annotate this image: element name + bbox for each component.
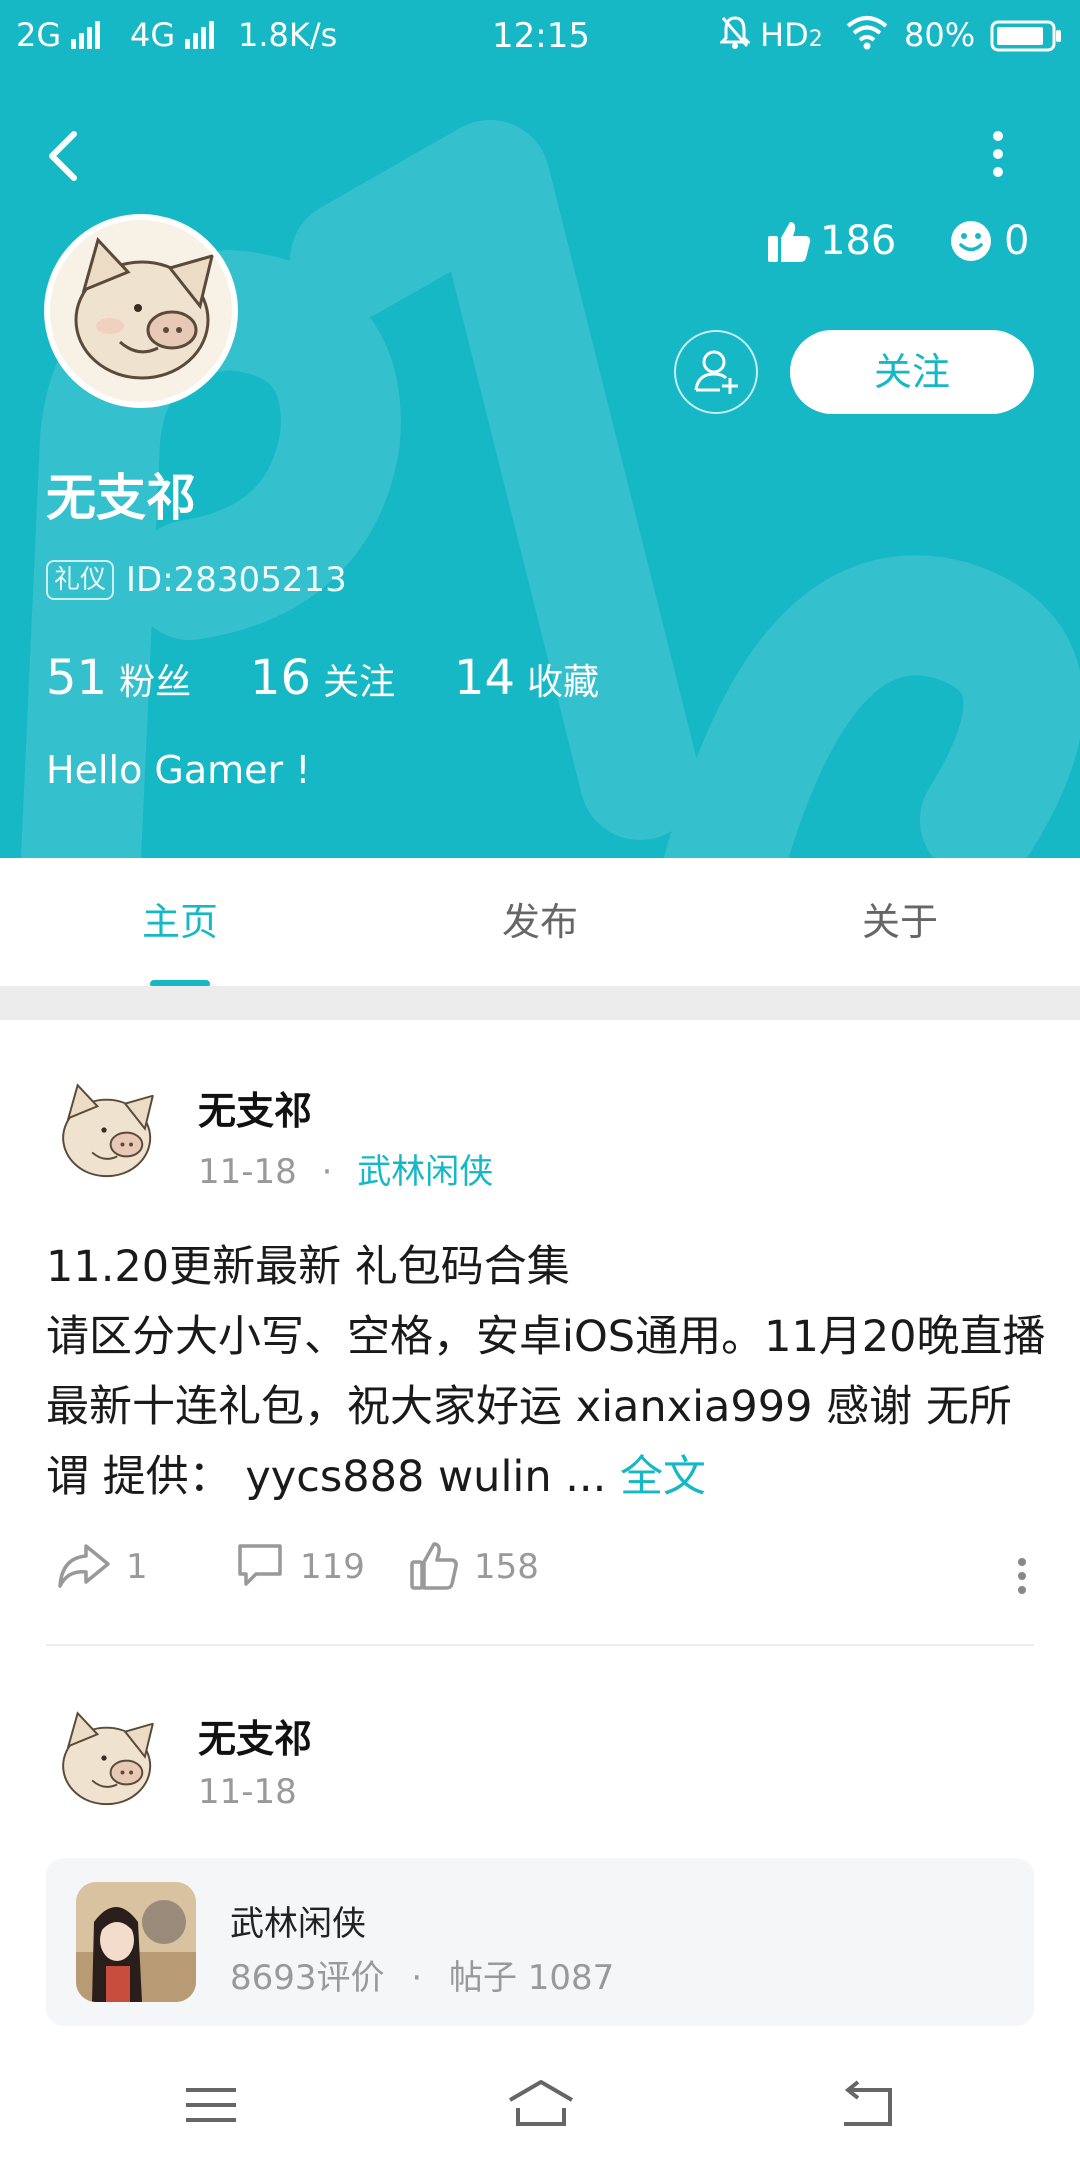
- favorites-stat[interactable]: 14 收藏: [454, 650, 599, 706]
- hd-indicator: HD2: [760, 16, 823, 54]
- like-button[interactable]: 158: [408, 1540, 539, 1592]
- profile-likes: 186: [766, 218, 896, 264]
- favorites-count: 14: [454, 650, 516, 706]
- following-count: 16: [250, 650, 312, 706]
- post-avatar[interactable]: [46, 1700, 166, 1820]
- share-button[interactable]: 1: [56, 1540, 148, 1592]
- post-date: 11-18: [198, 1772, 297, 1812]
- follow-button[interactable]: 关注: [790, 330, 1034, 414]
- post-avatar[interactable]: [46, 1072, 166, 1192]
- pig-avatar-icon: [46, 1700, 166, 1820]
- game-posts: 帖子 1087: [448, 1958, 615, 1998]
- following-stat[interactable]: 16 关注: [250, 650, 395, 706]
- system-nav-bar: [0, 2052, 1080, 2160]
- pig-avatar-icon: [46, 1072, 166, 1192]
- home-icon: [508, 2080, 574, 2126]
- back-button[interactable]: [40, 120, 96, 192]
- post-game-tag[interactable]: 武林闲侠: [357, 1152, 493, 1192]
- more-options-button[interactable]: [978, 124, 1018, 184]
- comment-icon: [238, 1544, 282, 1586]
- battery-percent: 80%: [904, 16, 976, 54]
- network-2g: 2G: [16, 16, 103, 57]
- fans-stat[interactable]: 51 粉丝: [46, 650, 191, 706]
- profile-header: 2G 4G 1.8K/s 12:15 HD2 80% 186 0 关注 无支祁 …: [0, 0, 1080, 858]
- clock: 12:15: [492, 16, 590, 56]
- read-more-link[interactable]: 全文: [620, 1452, 706, 1502]
- game-card[interactable]: 武林闲侠 8693评价 · 帖子 1087: [46, 1858, 1034, 2026]
- favorites-label: 收藏: [527, 662, 600, 703]
- smiley-icon: [951, 221, 991, 261]
- add-friend-button[interactable]: [674, 330, 758, 414]
- meta-separator: ·: [411, 1958, 423, 1998]
- thumbs-up-icon: [768, 222, 811, 262]
- profile-name: 无支祁: [46, 469, 196, 527]
- menu-icon: [186, 2088, 236, 2122]
- network-4g: 4G: [130, 16, 217, 57]
- post-body[interactable]: 11.20更新最新 礼包码合集 请区分大小写、空格，安卓iOS通用。11月20晚…: [46, 1232, 1046, 1512]
- post-divider: [46, 1644, 1034, 1646]
- game-name: 武林闲侠: [230, 1904, 366, 1944]
- post-more-button[interactable]: [1010, 1556, 1034, 1596]
- add-friend-icon: [694, 350, 738, 394]
- fans-label: 粉丝: [119, 662, 192, 703]
- tab-bar: 主页 发布 关于: [0, 858, 1080, 986]
- profile-smiles: 0: [950, 218, 1029, 264]
- fans-count: 51: [46, 650, 108, 706]
- post-author[interactable]: 无支祁: [198, 1708, 312, 1763]
- section-divider: [0, 986, 1080, 1020]
- post-author[interactable]: 无支祁: [198, 1080, 312, 1135]
- back-arrow-icon: [49, 131, 77, 181]
- comment-count: 119: [300, 1547, 365, 1587]
- tab-about[interactable]: 关于: [720, 858, 1080, 986]
- post-date: 11-18: [198, 1152, 297, 1192]
- game-icon: [76, 1882, 196, 2002]
- following-label: 关注: [323, 662, 396, 703]
- profile-avatar[interactable]: [44, 214, 238, 408]
- more-vertical-icon: [1018, 1558, 1026, 1594]
- pig-avatar-icon: [50, 220, 232, 402]
- status-bar: 2G 4G 1.8K/s 12:15 HD2 80%: [0, 0, 1080, 78]
- meta-separator: ·: [321, 1152, 333, 1192]
- share-icon: [58, 1544, 110, 1588]
- user-id: ID:28305213: [126, 560, 347, 600]
- return-icon: [844, 2080, 892, 2126]
- like-count: 158: [474, 1547, 539, 1587]
- more-vertical-icon: [993, 131, 1003, 177]
- mute-icon: [718, 14, 752, 58]
- post-meta: 11-18 · 武林闲侠: [198, 1144, 493, 1193]
- wifi-icon: [846, 14, 888, 58]
- game-reviews: 8693评价: [230, 1958, 385, 1998]
- comment-button[interactable]: 119: [234, 1540, 365, 1592]
- battery-icon: [990, 20, 1062, 60]
- game-stats: 8693评价 · 帖子 1087: [230, 1950, 614, 1999]
- signal-icon: [71, 19, 103, 57]
- like-icon: [410, 1542, 458, 1590]
- network-speed: 1.8K/s: [238, 16, 338, 54]
- profile-bio: Hello Gamer !: [46, 748, 311, 792]
- tab-posts[interactable]: 发布: [360, 858, 720, 986]
- tab-home[interactable]: 主页: [0, 858, 360, 986]
- signal-icon: [185, 19, 217, 57]
- post-text: 11.20更新最新 礼包码合集 请区分大小写、空格，安卓iOS通用。11月20晚…: [46, 1242, 1046, 1502]
- share-count: 1: [126, 1547, 148, 1587]
- nav-back-button[interactable]: [824, 2070, 914, 2140]
- role-badge: 礼仪: [46, 560, 115, 600]
- nav-menu-button[interactable]: [166, 2070, 256, 2140]
- nav-home-button[interactable]: [496, 2070, 586, 2140]
